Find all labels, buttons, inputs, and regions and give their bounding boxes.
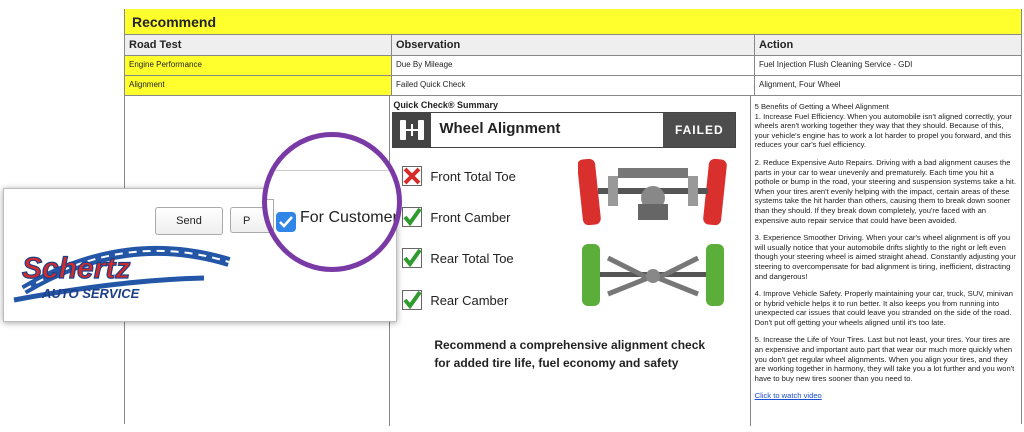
magnifier-circle: For Customer — [262, 132, 402, 272]
table-row: Alignment Failed Quick Check Alignment, … — [125, 76, 1021, 96]
schertz-logo: Schertz AUTO SERVICE — [13, 245, 231, 303]
check-item-rear-total-toe: Rear Total Toe — [402, 248, 514, 268]
check-label: Front Total Toe — [430, 168, 516, 184]
pass-check-icon — [402, 248, 423, 268]
col-road-test: Road Test — [125, 35, 392, 55]
check-item-front-camber: Front Camber — [402, 207, 511, 227]
check-item-front-total-toe: Front Total Toe — [402, 166, 516, 186]
action-benefits-text: 5 Benefits of Getting a Wheel Alignment 1… — [751, 96, 1021, 432]
benefit-paragraph: 3. Experience Smoother Driving. When you… — [754, 233, 1016, 281]
wheel-alignment-icon — [393, 113, 432, 147]
send-button[interactable]: Send — [155, 207, 223, 235]
quick-check-panel: Quick Check® Summary Wheel Alignment FAI… — [390, 96, 751, 426]
observation-cell: Due By Mileage — [392, 56, 755, 75]
road-test-cell: Alignment — [125, 76, 392, 95]
action-cell: Alignment, Four Wheel — [759, 80, 841, 89]
status-badge: FAILED — [663, 113, 736, 147]
svg-text:AUTO SERVICE: AUTO SERVICE — [41, 286, 140, 301]
check-label: Rear Camber — [430, 292, 509, 308]
for-customer-label: For Customer — [300, 209, 398, 226]
table-row: Engine Performance Due By Mileage Fuel I… — [125, 56, 1021, 76]
col-observation: Observation — [392, 35, 755, 55]
banner-title: Wheel Alignment — [439, 120, 561, 137]
check-label: Rear Total Toe — [430, 250, 514, 266]
fail-x-icon — [402, 166, 423, 186]
svg-text:Schertz: Schertz — [22, 252, 130, 285]
action-cell: Fuel Injection Flush Cleaning Service - … — [759, 60, 913, 69]
button-edge — [267, 199, 274, 239]
benefit-paragraph: 4. Improve Vehicle Safety. Properly main… — [754, 289, 1013, 327]
check-label: Front Camber — [430, 209, 511, 225]
wheel-alignment-banner: Wheel Alignment FAILED — [392, 112, 737, 148]
col-action: Action — [759, 39, 794, 51]
rear-axle-image — [582, 244, 725, 306]
observation-cell: Failed Quick Check — [392, 76, 755, 95]
front-axle-image — [578, 158, 728, 226]
for-customer-checkbox[interactable] — [276, 212, 296, 232]
divider — [267, 170, 397, 171]
road-test-cell: Engine Performance — [125, 56, 392, 75]
table-header: Road Test Observation Action — [125, 35, 1021, 56]
recommendation-text: Recommend a comprehensive alignment chec… — [434, 336, 744, 372]
watch-video-link[interactable]: Click to watch video — [755, 391, 822, 400]
check-item-rear-camber: Rear Camber — [402, 290, 508, 310]
recommend-header: Recommend — [125, 9, 1021, 35]
pass-check-icon — [402, 207, 423, 227]
checkmark-icon — [279, 216, 293, 228]
recommendation-line: for added tire life, fuel economy and sa… — [434, 356, 679, 370]
benefit-paragraph: 5. Increase the Life of Your Tires. Last… — [754, 335, 1015, 383]
recommendation-line: Recommend a comprehensive alignment chec… — [434, 338, 706, 352]
pass-check-icon — [402, 290, 423, 310]
quick-check-title: Quick Check® Summary — [393, 100, 498, 110]
benefits-intro: 5 Benefits of Getting a Wheel Alignment 1… — [754, 102, 1012, 150]
benefit-paragraph: 2. Reduce Expensive Auto Repairs. Drivin… — [754, 157, 1016, 225]
